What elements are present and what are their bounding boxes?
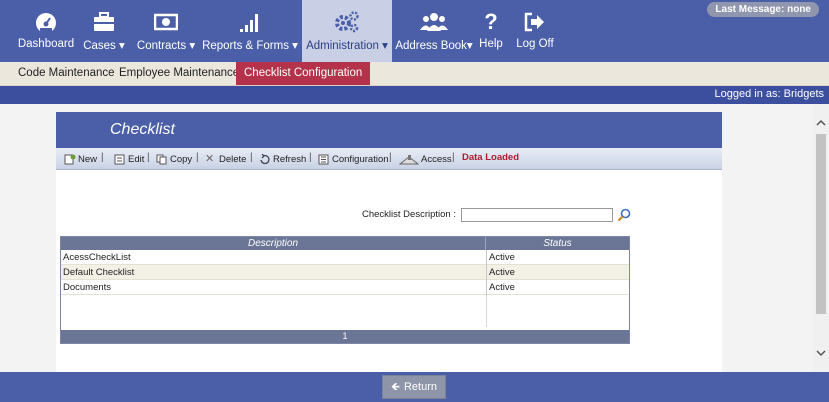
cell-status: Active: [489, 282, 515, 293]
column-header-status[interactable]: Status: [486, 237, 629, 250]
refresh-icon: [260, 153, 270, 164]
search-icon[interactable]: [617, 208, 631, 222]
nav-label: Administration ▾: [306, 40, 388, 52]
delete-button[interactable]: ✕ Delete: [205, 152, 246, 166]
nav-label: Reports & Forms ▾: [202, 40, 298, 52]
checklist-panel: Checklist New | Edit | Copy | ✕ Delete |: [56, 112, 722, 372]
column-divider: [486, 265, 487, 280]
new-icon: [64, 154, 76, 164]
last-message-badge[interactable]: Last Message: none: [707, 2, 819, 17]
cell-description: Documents: [63, 282, 112, 293]
status-text: Data Loaded: [462, 152, 520, 163]
table-row[interactable]: Default Checklist Active: [61, 265, 629, 280]
question-icon: ?: [484, 9, 498, 34]
grid-header: Description Status: [61, 237, 629, 250]
gears-icon: [302, 10, 392, 34]
toolbar: New | Edit | Copy | ✕ Delete | Refresh |: [56, 148, 722, 170]
cell-description: AcessCheckList: [63, 252, 131, 263]
toolbar-separator: |: [147, 152, 150, 163]
toolbar-separator: |: [250, 152, 253, 163]
table-row[interactable]: AcessCheckList Active: [61, 250, 629, 265]
users-icon: [394, 10, 474, 34]
nav-dashboard[interactable]: Dashboard: [14, 0, 78, 62]
configuration-icon: [318, 154, 329, 164]
sub-nav-bar: Code Maintenance Employee Maintenance Ch…: [0, 62, 829, 86]
logout-icon: [511, 10, 559, 34]
briefcase-icon: [80, 10, 128, 34]
top-nav-bar: Dashboard Cases ▾ Contracts ▾ Reports & …: [0, 0, 829, 62]
access-button[interactable]: Access: [399, 152, 452, 166]
cell-status: Active: [489, 252, 515, 263]
nav-label: Contracts ▾: [136, 40, 196, 52]
toolbar-separator: |: [452, 152, 455, 163]
scroll-up-arrow-icon[interactable]: [813, 118, 829, 132]
grid-pager: 1: [61, 330, 629, 343]
edit-button[interactable]: Edit: [114, 152, 144, 166]
nav-help[interactable]: ? Help: [477, 0, 505, 62]
nav-log-off[interactable]: Log Off: [511, 0, 559, 62]
toolbar-separator: |: [309, 152, 312, 163]
new-button[interactable]: New: [64, 152, 97, 166]
column-header-description[interactable]: Description: [61, 237, 486, 250]
subnav-employee-maintenance[interactable]: Employee Maintenance: [119, 62, 239, 85]
table-row[interactable]: Documents Active: [61, 280, 629, 295]
toolbar-separator: |: [196, 152, 199, 163]
copy-icon: [156, 154, 167, 164]
nav-label: Dashboard: [17, 38, 75, 50]
return-button[interactable]: 🡸 Return: [382, 375, 446, 399]
nav-address-book[interactable]: Address Book▾: [394, 0, 474, 62]
content-area: Checklist New | Edit | Copy | ✕ Delete |: [0, 104, 813, 372]
checklist-description-label: Checklist Description :: [362, 209, 456, 220]
cell-status: Active: [489, 267, 515, 278]
dashboard-gauge-icon: [14, 10, 78, 34]
money-icon: [133, 10, 199, 34]
column-divider: [486, 295, 487, 327]
scrollbar-thumb[interactable]: [816, 134, 826, 314]
nav-cases[interactable]: Cases ▾: [80, 0, 128, 62]
vertical-scrollbar[interactable]: [813, 104, 829, 372]
cell-description: Default Checklist: [63, 267, 135, 278]
nav-label: Help: [479, 38, 503, 50]
copy-button[interactable]: Copy: [156, 152, 192, 166]
nav-reports-forms[interactable]: Reports & Forms ▾: [202, 0, 298, 62]
toolbar-separator: |: [101, 152, 104, 163]
nav-label: Log Off: [516, 38, 554, 50]
scroll-down-arrow-icon[interactable]: [813, 348, 829, 362]
access-icon: [399, 154, 419, 164]
column-divider: [486, 250, 487, 265]
edit-icon: [114, 154, 125, 164]
bottom-bar: 🡸 Return: [0, 372, 829, 402]
nav-label: Cases ▾: [83, 40, 125, 52]
page-number[interactable]: 1: [342, 331, 347, 341]
toolbar-separator: |: [389, 152, 392, 163]
checklist-grid: Description Status AcessCheckList Active…: [60, 236, 630, 344]
panel-header: Checklist: [56, 112, 722, 148]
subnav-checklist-configuration[interactable]: Checklist Configuration: [236, 62, 371, 85]
configuration-button[interactable]: Configuration: [318, 152, 389, 166]
delete-icon: ✕: [205, 152, 215, 165]
page-title: Checklist: [110, 121, 175, 138]
column-divider: [486, 280, 487, 295]
nav-label: Address Book▾: [395, 40, 473, 52]
refresh-button[interactable]: Refresh: [259, 152, 306, 166]
return-label: Return: [403, 381, 437, 393]
user-info-bar: Logged in as: Bridgets: [0, 86, 829, 104]
nav-administration[interactable]: Administration ▾: [302, 0, 392, 62]
checklist-description-input[interactable]: [461, 208, 613, 222]
subnav-code-maintenance[interactable]: Code Maintenance: [18, 62, 115, 85]
nav-contracts[interactable]: Contracts ▾: [133, 0, 199, 62]
arrow-left-icon: 🡸: [391, 380, 400, 393]
logged-in-user: Logged in as: Bridgets: [714, 88, 824, 100]
bar-chart-icon: [202, 10, 298, 34]
